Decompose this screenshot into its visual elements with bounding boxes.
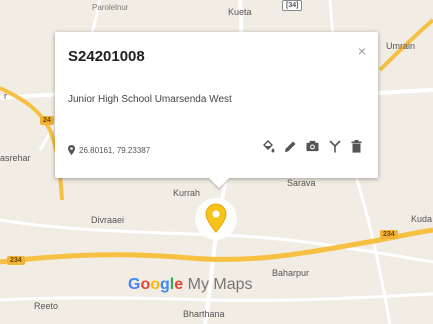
directions-fork-icon[interactable] xyxy=(328,139,341,153)
google-my-maps-logo: Google My Maps xyxy=(128,276,253,294)
place-label: Umrain xyxy=(386,41,416,51)
coordinates-text: 26.80161, 79.23387 xyxy=(79,145,151,155)
place-label: Baharpur xyxy=(272,268,310,278)
delete-trash-icon[interactable] xyxy=(350,139,363,153)
popup-pointer xyxy=(209,178,229,188)
road-shield: 234 xyxy=(7,256,25,265)
road-major xyxy=(0,86,64,201)
popup-title: S24201008 xyxy=(68,48,145,65)
road-shield: [34] xyxy=(282,0,303,11)
place-info-popup: S24201008 × Junior High School Umarsenda… xyxy=(55,32,378,188)
road-shield: 234 xyxy=(380,230,398,239)
map-canvas[interactable]: Kueta Parolelnur Umrain r asrehar Kurrah… xyxy=(0,0,433,324)
logo-letter: o xyxy=(140,276,151,293)
popup-actions xyxy=(262,139,363,153)
logo-letter: e xyxy=(174,276,184,293)
place-label: r xyxy=(4,91,7,101)
edit-pencil-icon[interactable] xyxy=(284,139,297,153)
place-label: Divraaei xyxy=(91,215,125,225)
popup-coordinates: 26.80161, 79.23387 xyxy=(68,145,150,155)
place-label: Kurrah xyxy=(173,188,201,198)
place-label: Reeto xyxy=(34,301,59,311)
location-marker-icon[interactable] xyxy=(205,203,227,233)
road-minor xyxy=(0,292,433,303)
place-label: asrehar xyxy=(0,153,31,163)
my-maps-text: My Maps xyxy=(187,276,253,293)
logo-letter: G xyxy=(128,276,141,293)
place-label: Sarava xyxy=(287,178,316,188)
close-icon[interactable]: × xyxy=(358,43,366,59)
camera-icon[interactable] xyxy=(306,139,319,153)
logo-letter: g xyxy=(160,276,170,293)
location-pin-icon xyxy=(68,145,75,155)
place-label: Parolelnur xyxy=(92,3,129,12)
place-label: Kueta xyxy=(228,7,252,17)
paint-bucket-icon[interactable] xyxy=(262,139,275,153)
place-label: Bharthana xyxy=(183,309,225,319)
place-label: Kuda xyxy=(411,214,433,224)
logo-letter: o xyxy=(150,276,161,293)
road-shield: 24 xyxy=(40,116,54,125)
popup-description: Junior High School Umarsenda West xyxy=(68,94,232,105)
